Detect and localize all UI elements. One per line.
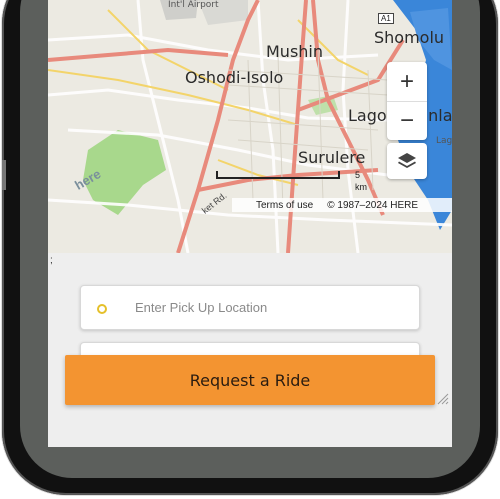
scale-unit: km: [355, 182, 367, 192]
scale-value: 5: [355, 170, 361, 180]
copyright-text: © 1987–2024 HERE: [327, 199, 419, 211]
map-attribution: Terms of use © 1987–2024 HERE: [232, 198, 452, 212]
zoom-in-button[interactable]: +: [387, 62, 427, 101]
side-mark: ;: [50, 255, 53, 266]
pickup-field[interactable]: [80, 285, 420, 330]
road-badge: A1: [378, 13, 394, 24]
phone-bezel: Int'l Airport A1 Shomolu Mushin Oshodi-I…: [20, 0, 480, 478]
map-label-small: Lag: [436, 136, 452, 146]
app-screen: Int'l Airport A1 Shomolu Mushin Oshodi-I…: [48, 0, 452, 447]
request-ride-button[interactable]: Request a Ride: [65, 355, 435, 405]
pickup-input[interactable]: [135, 300, 419, 315]
scale-label: 5 km: [355, 169, 369, 193]
map-label-airport: Int'l Airport: [168, 0, 219, 10]
zoom-control: + −: [387, 62, 427, 140]
terms-of-use-link[interactable]: Terms of use: [256, 200, 313, 211]
map-label-shomolu: Shomolu: [374, 28, 445, 47]
map-label-oshodi: Oshodi-Isolo: [185, 68, 284, 87]
map-label-mushin: Mushin: [266, 42, 324, 61]
resize-grip-icon[interactable]: [435, 391, 449, 405]
layers-button[interactable]: [387, 143, 427, 179]
map-label-surulere: Surulere: [298, 148, 366, 167]
side-button: [2, 160, 6, 190]
phone-frame: Int'l Airport A1 Shomolu Mushin Oshodi-I…: [2, 0, 498, 495]
layers-icon: [398, 153, 416, 168]
scale-bar: [216, 171, 340, 179]
location-dot-icon: [97, 304, 107, 314]
map-view[interactable]: Int'l Airport A1 Shomolu Mushin Oshodi-I…: [48, 0, 452, 253]
zoom-out-button[interactable]: −: [387, 101, 427, 140]
ride-request-form: ; Request a Ride: [48, 253, 452, 447]
